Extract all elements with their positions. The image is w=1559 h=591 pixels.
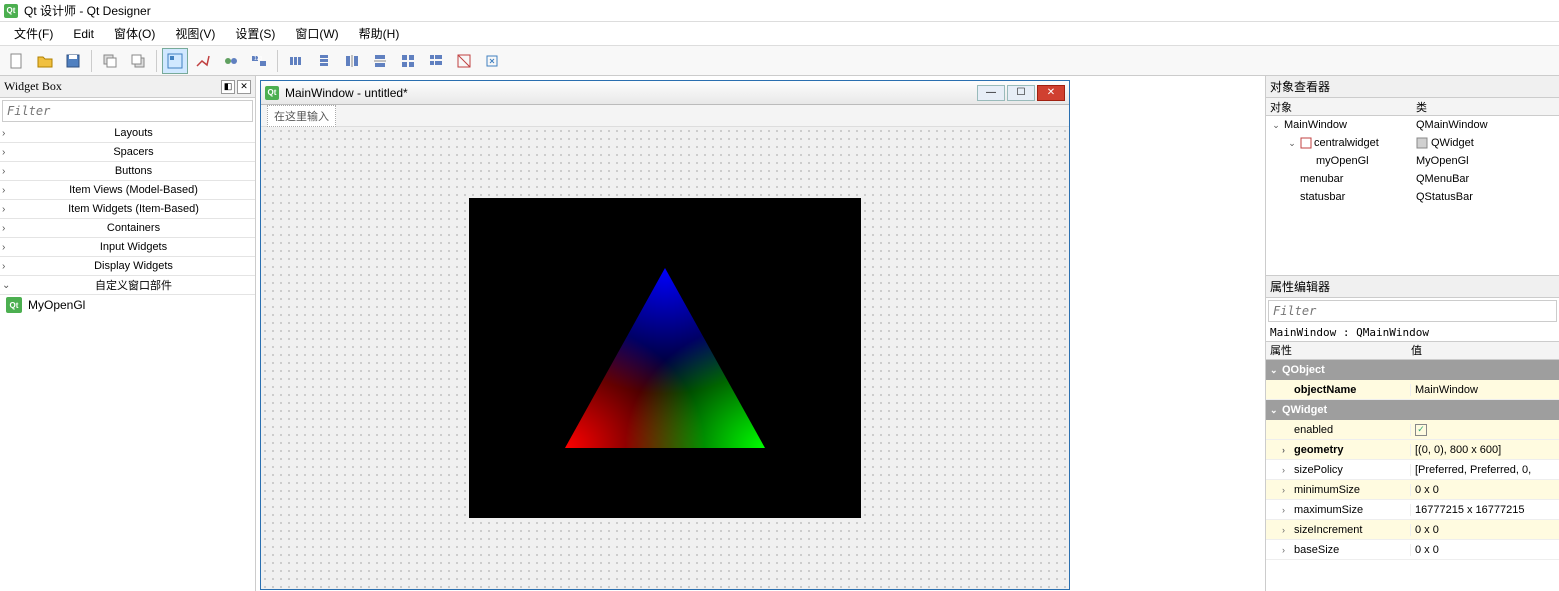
property-group[interactable]: ⌄QObject — [1266, 360, 1559, 380]
widget-icon — [1416, 137, 1428, 149]
svg-text:123: 123 — [254, 56, 263, 62]
property-group[interactable]: ⌄QWidget — [1266, 400, 1559, 420]
category-custom[interactable]: ⌄自定义窗口部件 — [0, 276, 255, 295]
property-filter[interactable] — [1268, 300, 1557, 322]
form-maximize-button[interactable]: ☐ — [1007, 85, 1035, 101]
property-editor-title: 属性编辑器 — [1266, 276, 1559, 298]
inspector-row[interactable]: ⌄MainWindowQMainWindow — [1266, 116, 1559, 134]
category-containers[interactable]: ›Containers — [0, 219, 255, 238]
design-canvas[interactable]: Qt MainWindow - untitled* — ☐ ✕ 在这里输入 — [256, 76, 1265, 591]
category-input-widgets[interactable]: ›Input Widgets — [0, 238, 255, 257]
object-inspector-title: 对象查看器 — [1266, 76, 1559, 98]
edit-signals-button[interactable] — [190, 48, 216, 74]
form-title: MainWindow - untitled* — [285, 86, 408, 100]
edit-widgets-button[interactable] — [162, 48, 188, 74]
app-titlebar: Qt Qt 设计师 - Qt Designer — [0, 0, 1559, 22]
rgb-triangle-icon — [555, 258, 775, 458]
edit-buddies-button[interactable] — [218, 48, 244, 74]
layout-vsplit-button[interactable] — [367, 48, 393, 74]
form-menu-placeholder[interactable]: 在这里输入 — [267, 105, 336, 127]
inspector-header: 对象 类 — [1266, 98, 1559, 116]
layout-grid-button[interactable] — [395, 48, 421, 74]
widget-categories: ›Layouts ›Spacers ›Buttons ›Item Views (… — [0, 124, 255, 315]
widget-box-filter[interactable] — [2, 100, 253, 122]
dock-float-button[interactable]: ◧ — [221, 80, 235, 94]
menu-form[interactable]: 窗体(O) — [104, 22, 165, 45]
layout-icon — [1300, 137, 1312, 149]
break-layout-button[interactable] — [451, 48, 477, 74]
adjust-size-button[interactable] — [479, 48, 505, 74]
form-close-button[interactable]: ✕ — [1037, 85, 1065, 101]
inspector-row[interactable]: menubarQMenuBar — [1266, 170, 1559, 188]
category-buttons[interactable]: ›Buttons — [0, 162, 255, 181]
category-item-views[interactable]: ›Item Views (Model-Based) — [0, 181, 255, 200]
widget-box-title: Widget Box ◧ ✕ — [0, 76, 255, 98]
inspector-row[interactable]: statusbarQStatusBar — [1266, 188, 1559, 206]
menu-view[interactable]: 视图(V) — [165, 22, 225, 45]
widget-item-myopengl[interactable]: Qt MyOpenGl — [0, 295, 255, 315]
inspector-row[interactable]: myOpenGlMyOpenGl — [1266, 152, 1559, 170]
layout-vbox-button[interactable] — [311, 48, 337, 74]
category-display-widgets[interactable]: ›Display Widgets — [0, 257, 255, 276]
property-row[interactable]: ›sizeIncrement0 x 0 — [1266, 520, 1559, 540]
qt-form-icon: Qt — [265, 86, 279, 100]
toolbar: 123 — [0, 46, 1559, 76]
edit-tab-order-button[interactable]: 123 — [246, 48, 272, 74]
form-minimize-button[interactable]: — — [977, 85, 1005, 101]
inspector-row[interactable]: ⌄centralwidgetQWidget — [1266, 134, 1559, 152]
layout-hbox-button[interactable] — [283, 48, 309, 74]
menu-file[interactable]: 文件(F) — [4, 22, 63, 45]
widget-box-panel: Widget Box ◧ ✕ ›Layouts ›Spacers ›Button… — [0, 76, 256, 591]
qt-widget-icon: Qt — [6, 297, 22, 313]
dock-close-button[interactable]: ✕ — [237, 80, 251, 94]
bring-front-button[interactable] — [125, 48, 151, 74]
new-file-button[interactable] — [4, 48, 30, 74]
property-editor-panel: 属性编辑器 MainWindow : QMainWindow 属性 值 ⌄QOb… — [1266, 276, 1559, 591]
property-row[interactable]: ›maximumSize16777215 x 16777215 — [1266, 500, 1559, 520]
form-titlebar[interactable]: Qt MainWindow - untitled* — ☐ ✕ — [261, 81, 1069, 105]
category-spacers[interactable]: ›Spacers — [0, 143, 255, 162]
send-back-button[interactable] — [97, 48, 123, 74]
inspector-tree[interactable]: ⌄MainWindowQMainWindow⌄centralwidgetQWid… — [1266, 116, 1559, 275]
property-list[interactable]: ⌄QObjectobjectNameMainWindow⌄QWidgetenab… — [1266, 360, 1559, 591]
menu-help[interactable]: 帮助(H) — [349, 22, 410, 45]
menu-edit[interactable]: Edit — [63, 24, 104, 44]
menubar: 文件(F) Edit 窗体(O) 视图(V) 设置(S) 窗口(W) 帮助(H) — [0, 22, 1559, 46]
menu-window[interactable]: 窗口(W) — [285, 22, 348, 45]
property-row[interactable]: ›baseSize0 x 0 — [1266, 540, 1559, 560]
open-file-button[interactable] — [32, 48, 58, 74]
property-header: 属性 值 — [1266, 342, 1559, 360]
property-row[interactable]: ›minimumSize0 x 0 — [1266, 480, 1559, 500]
menu-settings[interactable]: 设置(S) — [225, 22, 285, 45]
layout-form-button[interactable] — [423, 48, 449, 74]
layout-hsplit-button[interactable] — [339, 48, 365, 74]
opengl-widget[interactable] — [469, 198, 861, 518]
category-layouts[interactable]: ›Layouts — [0, 124, 255, 143]
property-row[interactable]: ›sizePolicy[Preferred, Preferred, 0, — [1266, 460, 1559, 480]
qt-app-icon: Qt — [4, 4, 18, 18]
save-file-button[interactable] — [60, 48, 86, 74]
property-row[interactable]: enabled✓ — [1266, 420, 1559, 440]
form-window[interactable]: Qt MainWindow - untitled* — ☐ ✕ 在这里输入 — [260, 80, 1070, 590]
form-menubar[interactable]: 在这里输入 — [261, 105, 1069, 127]
category-item-widgets[interactable]: ›Item Widgets (Item-Based) — [0, 200, 255, 219]
property-context: MainWindow : QMainWindow — [1266, 324, 1559, 342]
object-inspector-panel: 对象查看器 对象 类 ⌄MainWindowQMainWindow⌄centra… — [1266, 76, 1559, 276]
property-row[interactable]: objectNameMainWindow — [1266, 380, 1559, 400]
app-title: Qt 设计师 - Qt Designer — [24, 2, 151, 19]
form-central-area[interactable] — [261, 127, 1069, 589]
property-row[interactable]: ›geometry[(0, 0), 800 x 600] — [1266, 440, 1559, 460]
checkbox-icon[interactable]: ✓ — [1415, 424, 1427, 436]
